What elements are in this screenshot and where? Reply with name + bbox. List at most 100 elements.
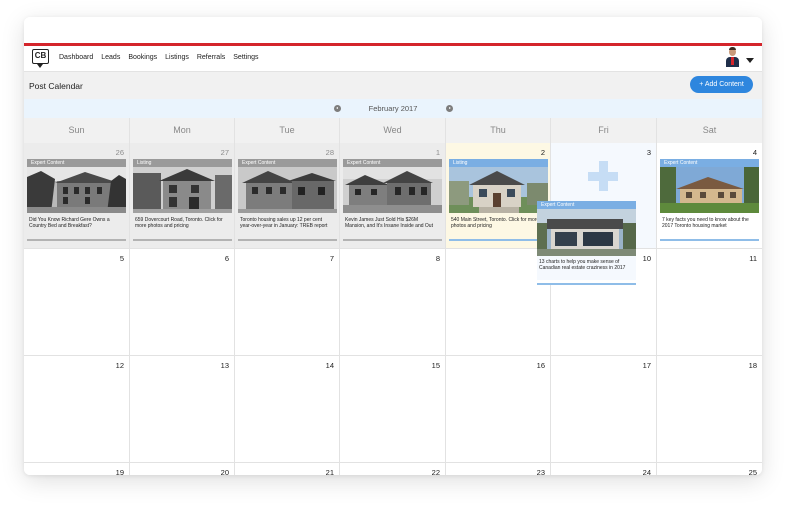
day-cell[interactable]: 16	[446, 356, 551, 463]
day-cell[interactable]: 22	[340, 463, 446, 475]
post-badge: Listing	[449, 159, 548, 167]
day-cell[interactable]: 4 Expert Content 7 key facts you need to…	[657, 143, 762, 249]
day-number: 4	[752, 148, 757, 157]
nav-links: Dashboard Leads Bookings Listings Referr…	[59, 54, 267, 61]
day-cell[interactable]: 11	[657, 249, 762, 356]
day-number: 10	[642, 254, 651, 263]
post-photo	[133, 167, 232, 213]
day-number: 5	[119, 254, 124, 263]
day-number: 21	[325, 468, 334, 475]
nav-listings[interactable]: Listings	[165, 54, 189, 61]
day-number: 24	[642, 468, 651, 475]
post-badge: Expert Content	[238, 159, 337, 167]
day-number: 22	[431, 468, 440, 475]
post-card[interactable]: Listing 540 Main Street, Toronto. Click …	[449, 159, 548, 241]
weekday-sat: Sat	[657, 118, 762, 143]
post-caption: 659 Dovercourt Road, Toronto. Click for …	[135, 217, 223, 229]
day-number: 20	[220, 468, 229, 475]
day-number: 11	[749, 254, 757, 263]
post-photo	[660, 167, 759, 213]
day-number: 6	[224, 254, 229, 263]
day-cell[interactable]: 17	[551, 356, 657, 463]
post-photo	[238, 167, 337, 213]
post-card[interactable]: Expert Content Toronto housing sales up …	[238, 159, 337, 241]
day-cell[interactable]: 25	[657, 463, 762, 475]
post-photo	[449, 167, 548, 213]
day-number: 23	[536, 468, 545, 475]
nav-leads[interactable]: Leads	[101, 54, 120, 61]
post-card[interactable]: Expert Content Did You Know Richard Gere…	[27, 159, 126, 241]
app-window: CB Dashboard Leads Bookings Listings Ref…	[24, 17, 762, 475]
day-cell[interactable]: 19	[24, 463, 130, 475]
day-cell[interactable]: 18	[657, 356, 762, 463]
page-header: Post Calendar + Add Content	[24, 71, 762, 99]
day-number: 12	[115, 361, 124, 370]
day-cell[interactable]: 9	[446, 249, 551, 356]
day-number: 27	[220, 148, 229, 157]
chevron-right-icon[interactable]	[446, 105, 453, 112]
chevron-down-icon[interactable]	[746, 58, 754, 63]
day-number: 19	[115, 468, 124, 475]
day-number: 7	[329, 254, 334, 263]
day-cell[interactable]: 23	[446, 463, 551, 475]
post-caption: 13 charts to help you make sense of Cana…	[537, 256, 636, 280]
day-number: 18	[748, 361, 757, 370]
day-cell[interactable]: 28 Expert Content Toronto housing sales …	[235, 143, 340, 249]
avatar[interactable]	[724, 47, 740, 67]
day-number: 17	[642, 361, 651, 370]
logo[interactable]: CB	[32, 49, 49, 68]
post-caption: 540 Main Street, Toronto. Click for more…	[451, 217, 540, 229]
day-cell[interactable]: 14	[235, 356, 340, 463]
nav-dashboard[interactable]: Dashboard	[59, 54, 93, 61]
post-photo	[537, 209, 636, 256]
day-cell[interactable]: 20	[130, 463, 235, 475]
day-cell[interactable]: 8	[340, 249, 446, 356]
nav-referrals[interactable]: Referrals	[197, 54, 225, 61]
nav-settings[interactable]: Settings	[233, 54, 258, 61]
month-label: February 2017	[368, 104, 418, 113]
day-cell[interactable]: 7	[235, 249, 340, 356]
post-card[interactable]: Expert Content Kevin James Just Sold His…	[343, 159, 442, 241]
plus-icon[interactable]	[588, 161, 618, 191]
day-cell[interactable]: 5	[24, 249, 130, 356]
day-cell[interactable]: 6	[130, 249, 235, 356]
day-cell[interactable]: 15	[340, 356, 446, 463]
post-badge: Expert Content	[660, 159, 759, 167]
day-number: 16	[536, 361, 545, 370]
post-badge: Expert Content	[343, 159, 442, 167]
post-photo	[27, 167, 126, 213]
weekday-wed: Wed	[340, 118, 446, 143]
day-cell[interactable]: 1 Expert Content Kevin James Just Sold H…	[340, 143, 446, 249]
day-number: 14	[325, 361, 334, 370]
calendar-grid: 26 Expert Content Did You Know Richard G…	[24, 143, 762, 475]
day-number: 3	[646, 148, 651, 157]
day-cell-today[interactable]: 2 Listing 540 Main Street, Toronto. Clic…	[446, 143, 551, 249]
day-number: 26	[115, 148, 124, 157]
day-cell[interactable]: 26 Expert Content Did You Know Richard G…	[24, 143, 130, 249]
dragged-post-card[interactable]: Expert Content 13 charts to help you mak…	[537, 201, 636, 285]
post-badge: Expert Content	[27, 159, 126, 167]
weekday-sun: Sun	[24, 118, 130, 143]
chevron-left-icon[interactable]	[334, 105, 341, 112]
nav-bookings[interactable]: Bookings	[128, 54, 157, 61]
window-top	[24, 17, 762, 43]
post-card[interactable]: Listing 659 Dovercourt Road, Toronto. Cl…	[133, 159, 232, 241]
day-number: 13	[220, 361, 229, 370]
day-cell[interactable]: 12	[24, 356, 130, 463]
post-photo	[343, 167, 442, 213]
day-number: 28	[325, 148, 334, 157]
day-cell[interactable]: 21	[235, 463, 340, 475]
weekday-thu: Thu	[446, 118, 551, 143]
post-caption: Kevin James Just Sold His $26M Mansion, …	[345, 217, 433, 229]
day-number: 15	[431, 361, 440, 370]
weekday-fri: Fri	[551, 118, 657, 143]
top-nav: CB Dashboard Leads Bookings Listings Ref…	[24, 46, 762, 71]
weekday-mon: Mon	[130, 118, 235, 143]
post-card[interactable]: Expert Content 7 key facts you need to k…	[660, 159, 759, 241]
month-navigator: February 2017	[24, 99, 762, 118]
post-caption: Did You Know Richard Gere Owns a Country…	[29, 217, 110, 229]
day-cell[interactable]: 27 Listing 659 Dovercourt Road, Toronto.…	[130, 143, 235, 249]
add-content-button[interactable]: + Add Content	[690, 76, 753, 93]
day-cell[interactable]: 13	[130, 356, 235, 463]
day-cell[interactable]: 24	[551, 463, 657, 475]
